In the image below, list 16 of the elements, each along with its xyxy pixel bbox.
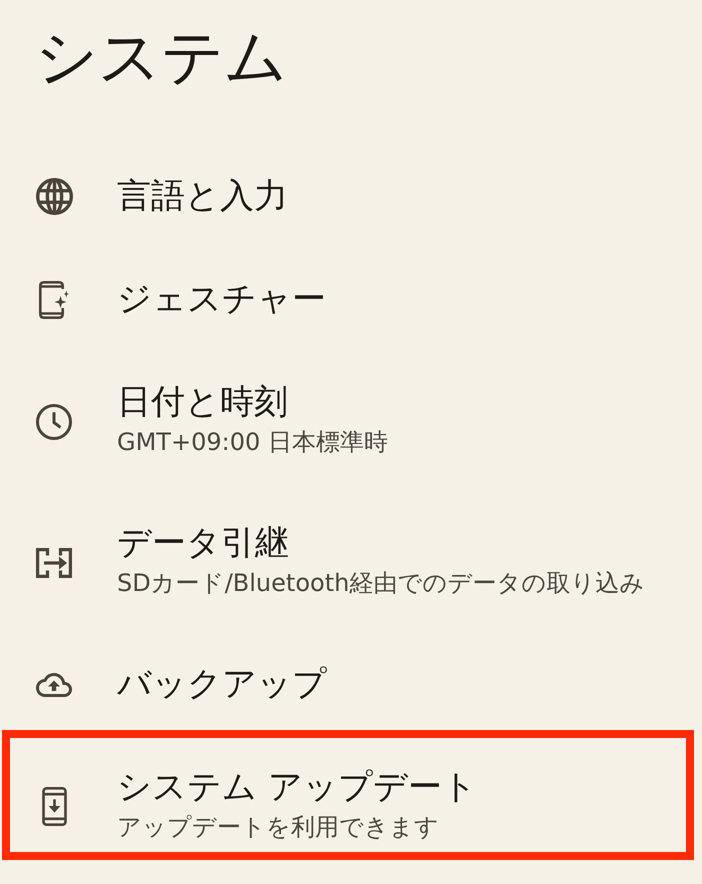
setting-title: システム アップデート: [117, 767, 477, 808]
page-title: システム: [34, 19, 288, 95]
setting-subtitle: アップデートを利用できます: [117, 812, 439, 843]
phone-sparkle-icon: [39, 280, 69, 318]
setting-title: 日付と時刻: [117, 382, 288, 423]
cloud-upload-icon: [36, 672, 72, 696]
setting-title: ジェスチャー: [117, 279, 326, 320]
globe-icon: [36, 178, 72, 215]
setting-title: 言語と入力: [117, 176, 288, 217]
setting-title: データ引継: [117, 523, 289, 564]
clock-icon: [36, 404, 72, 440]
setting-subtitle: SDカード/Bluetooth経由でのデータの取り込み: [117, 568, 644, 599]
phone-download-icon: [42, 787, 66, 826]
setting-title: バックアップ: [117, 664, 327, 705]
transfer-icon: [36, 548, 72, 578]
setting-subtitle: GMT+09:00 日本標準時: [117, 427, 388, 458]
